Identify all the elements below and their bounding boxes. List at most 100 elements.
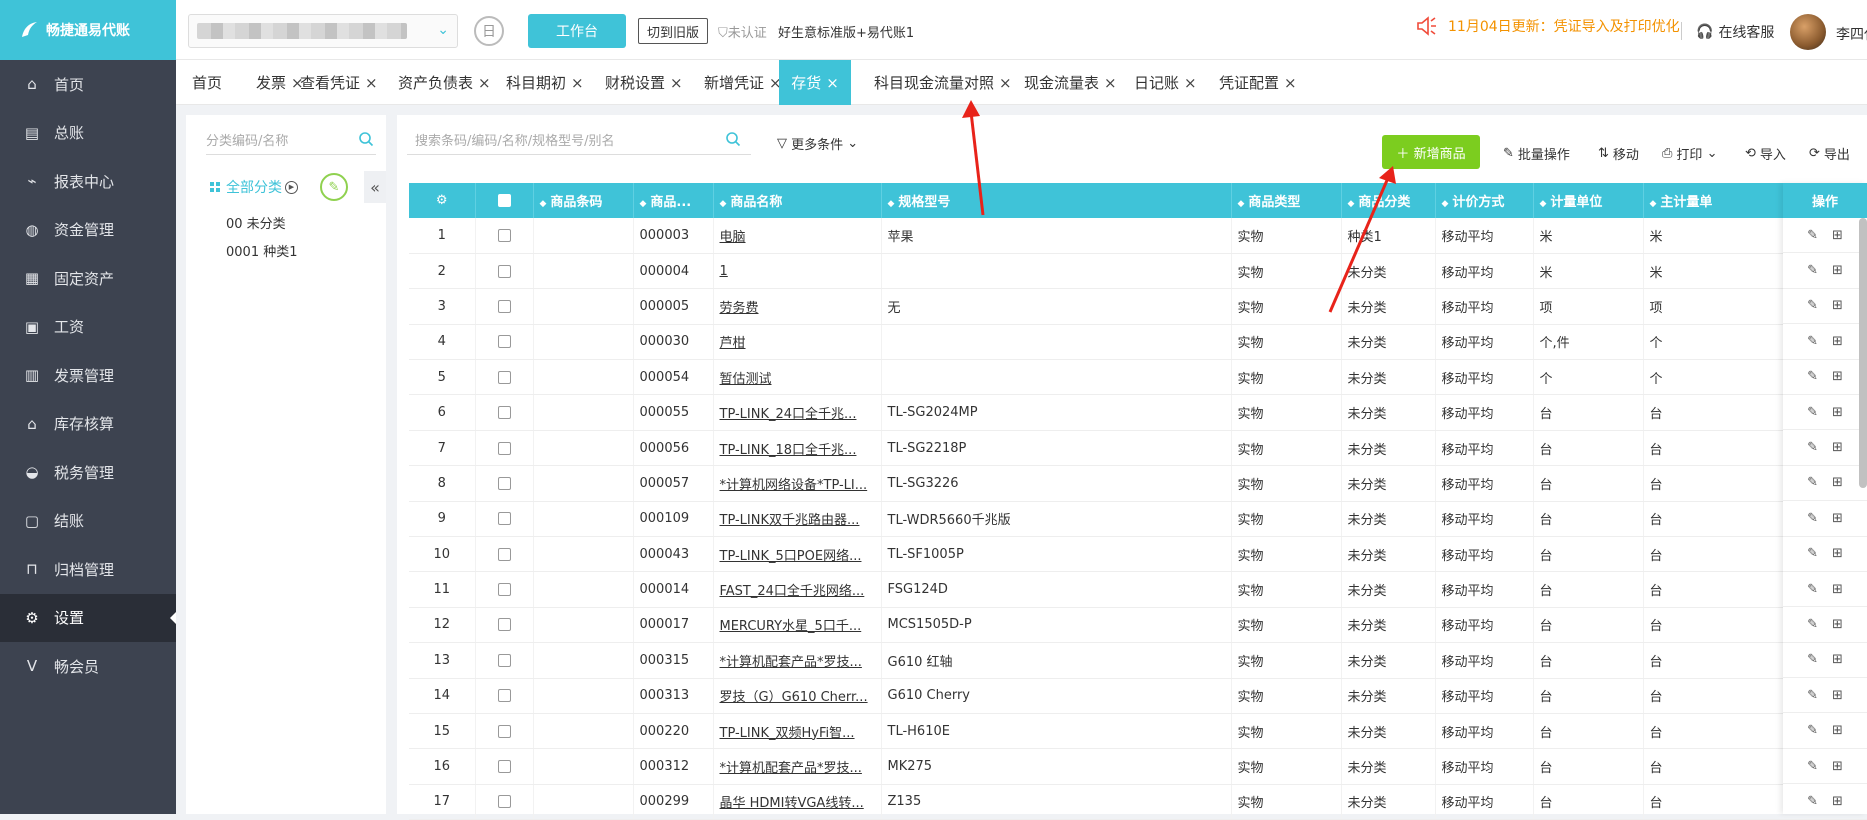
tab[interactable]: 现金流量表 × (1024, 60, 1117, 105)
cell-name-link[interactable]: 芦柑 (713, 324, 882, 361)
table-row[interactable]: 16 000312 *计算机配套产品*罗技... MK275 实物 未分类 移动平均台台 (409, 748, 1867, 785)
table-row[interactable]: 4 000030 芦柑 实物 未分类 移动平均 个,件个 (409, 324, 1867, 361)
sidebar-item[interactable]: ⌁ 报表中心 (0, 157, 176, 206)
category-item[interactable]: 0001 种类1 (226, 241, 298, 260)
tab[interactable]: 存货 × (779, 60, 851, 105)
row-checkbox[interactable] (475, 218, 534, 254)
edit-icon[interactable]: ✎ (1807, 228, 1818, 243)
row-checkbox[interactable] (475, 748, 534, 785)
update-notice[interactable]: 11月04日更新：凭证导入及打印优化 (1416, 16, 1680, 36)
table-row[interactable]: 1 000003 电脑 苹果 实物 种类1 移动平均米米 (409, 218, 1867, 254)
row-checkbox[interactable] (475, 394, 534, 431)
column-header-barcode[interactable]: ◆ 商品条码 (533, 183, 634, 218)
cell-name-link[interactable]: MERCURY水星_5口千... (713, 607, 882, 644)
category-all[interactable]: 全部分类 ▶ (210, 177, 298, 197)
row-checkbox[interactable] (475, 324, 534, 361)
edit-icon[interactable]: ✎ (1807, 652, 1818, 667)
table-row[interactable]: 12 000017 MERCURY水星_5口千... MCS1505D-P 实物 未分类移… (409, 607, 1867, 644)
table-row[interactable]: 10 000043 TP-LINK_5口POE网络... TL-SF1005P 实物 未分… (409, 536, 1867, 573)
workbench-button[interactable]: 工作台 (528, 14, 626, 48)
print-button[interactable]: ⎙ 打印 ⌄ (1662, 144, 1717, 163)
edit-icon[interactable]: ✎ (1807, 298, 1818, 313)
row-checkbox[interactable] (475, 465, 534, 502)
column-header-unit[interactable]: ◆ 计量单位 (1533, 183, 1644, 218)
row-checkbox[interactable] (475, 253, 534, 290)
close-icon[interactable]: × (478, 74, 491, 92)
close-icon[interactable]: × (571, 74, 584, 92)
edit-icon[interactable]: ✎ (1807, 511, 1818, 526)
sidebar-item[interactable]: ⊓ 归档管理 (0, 545, 176, 594)
cell-name-link[interactable]: FAST_24口全千兆网络... (713, 571, 882, 608)
more-grid-icon[interactable]: ⊞ (1832, 652, 1843, 667)
cell-name-link[interactable]: TP-LINK_24口全千兆... (713, 394, 882, 431)
cell-name-link[interactable]: 晶华 HDMI转VGA线转... (713, 784, 882, 820)
cell-name-link[interactable]: 电脑 (713, 218, 882, 254)
more-grid-icon[interactable]: ⊞ (1832, 688, 1843, 703)
more-grid-icon[interactable]: ⊞ (1832, 759, 1843, 774)
close-icon[interactable]: × (1284, 74, 1297, 92)
row-checkbox[interactable] (475, 784, 534, 820)
edit-icon[interactable]: ✎ (1807, 723, 1818, 738)
table-row[interactable]: 9 000109 TP-LINK双千兆路由器... TL-WDR5660千兆版 实物 未分… (409, 501, 1867, 538)
row-checkbox[interactable] (475, 571, 534, 608)
close-icon[interactable]: × (1104, 74, 1117, 92)
row-checkbox[interactable] (475, 501, 534, 538)
edit-icon[interactable]: ✎ (1807, 369, 1818, 384)
close-icon[interactable]: × (826, 74, 839, 92)
more-grid-icon[interactable]: ⊞ (1832, 334, 1843, 349)
row-checkbox[interactable] (475, 536, 534, 573)
edit-category-icon[interactable]: ✎ (320, 173, 348, 201)
more-grid-icon[interactable]: ⊞ (1832, 228, 1843, 243)
edit-icon[interactable]: ✎ (1807, 475, 1818, 490)
cell-name-link[interactable]: 1 (713, 253, 882, 290)
edit-icon[interactable]: ✎ (1807, 617, 1818, 632)
table-row[interactable]: 13 000315 *计算机配套产品*罗技... G610 红轴 实物 未分类 移动平均台台 (409, 642, 1867, 679)
old-version-button[interactable]: 切到旧版 (638, 18, 709, 44)
column-header-pricing[interactable]: ◆ 计价方式 (1435, 183, 1534, 218)
more-grid-icon[interactable]: ⊞ (1832, 298, 1843, 313)
tab[interactable]: 凭证配置 × (1219, 60, 1297, 105)
company-select[interactable]: ⌄ (188, 14, 458, 48)
row-checkbox[interactable] (475, 430, 534, 467)
column-header-spec[interactable]: ◆ 规格型号 (881, 183, 1232, 218)
move-button[interactable]: ⇅ 移动 (1598, 144, 1639, 163)
more-grid-icon[interactable]: ⊞ (1832, 723, 1843, 738)
search-icon[interactable] (358, 131, 374, 147)
edit-icon[interactable]: ✎ (1807, 440, 1818, 455)
close-icon[interactable]: × (365, 74, 378, 92)
row-checkbox[interactable] (475, 678, 534, 714)
export-button[interactable]: ⟳ 导出 (1809, 144, 1850, 163)
sidebar-item[interactable]: ▢ 结账 (0, 497, 176, 546)
more-grid-icon[interactable]: ⊞ (1832, 582, 1843, 597)
table-row[interactable]: 7 000056 TP-LINK_18口全千兆... TL-SG2218P 实物 未分类移… (409, 430, 1867, 467)
search-icon[interactable] (725, 131, 741, 147)
user-name[interactable]: 李四代 (1836, 24, 1867, 44)
cell-name-link[interactable]: 暂估测试 (713, 359, 882, 396)
edit-icon[interactable]: ✎ (1807, 546, 1818, 561)
calendar-icon[interactable]: 日 (474, 16, 504, 46)
more-grid-icon[interactable]: ⊞ (1832, 794, 1843, 809)
edit-icon[interactable]: ✎ (1807, 688, 1818, 703)
cell-name-link[interactable]: 罗技（G）G610 Cherr... (713, 678, 882, 714)
import-button[interactable]: ⟲ 导入 (1745, 144, 1786, 163)
goods-search-input[interactable]: 搜索条码/编码/名称/规格型号/别名 (407, 125, 751, 155)
tab[interactable]: 日记账 × (1134, 60, 1197, 105)
more-grid-icon[interactable]: ⊞ (1832, 263, 1843, 278)
row-checkbox[interactable] (475, 288, 534, 325)
tab[interactable]: 科目现金流量对照 × (874, 60, 1012, 105)
sidebar-item[interactable]: ⌂ 库存核算 (0, 400, 176, 449)
tab[interactable]: 科目期初 × (506, 60, 584, 105)
sidebar-item[interactable]: ⌂ 首页 (0, 60, 176, 109)
tab[interactable]: 首页 (192, 60, 222, 105)
tab[interactable]: 财税设置 × (605, 60, 683, 105)
table-row[interactable]: 11 000014 FAST_24口全千兆网络... FSG124D 实物 未分类 移动平均… (409, 571, 1867, 608)
edit-icon[interactable]: ✎ (1807, 759, 1818, 774)
cell-name-link[interactable]: 劳务费 (713, 288, 882, 325)
select-all-checkbox[interactable] (475, 183, 534, 218)
sidebar-item[interactable]: ◍ 资金管理 (0, 206, 176, 255)
more-grid-icon[interactable]: ⊞ (1832, 546, 1843, 561)
table-row[interactable]: 5 000054 暂估测试 实物 未分类 移动平均个个 (409, 359, 1867, 396)
cell-name-link[interactable]: TP-LINK_18口全千兆... (713, 430, 882, 467)
more-grid-icon[interactable]: ⊞ (1832, 617, 1843, 632)
category-item[interactable]: 00 未分类 (226, 213, 286, 232)
